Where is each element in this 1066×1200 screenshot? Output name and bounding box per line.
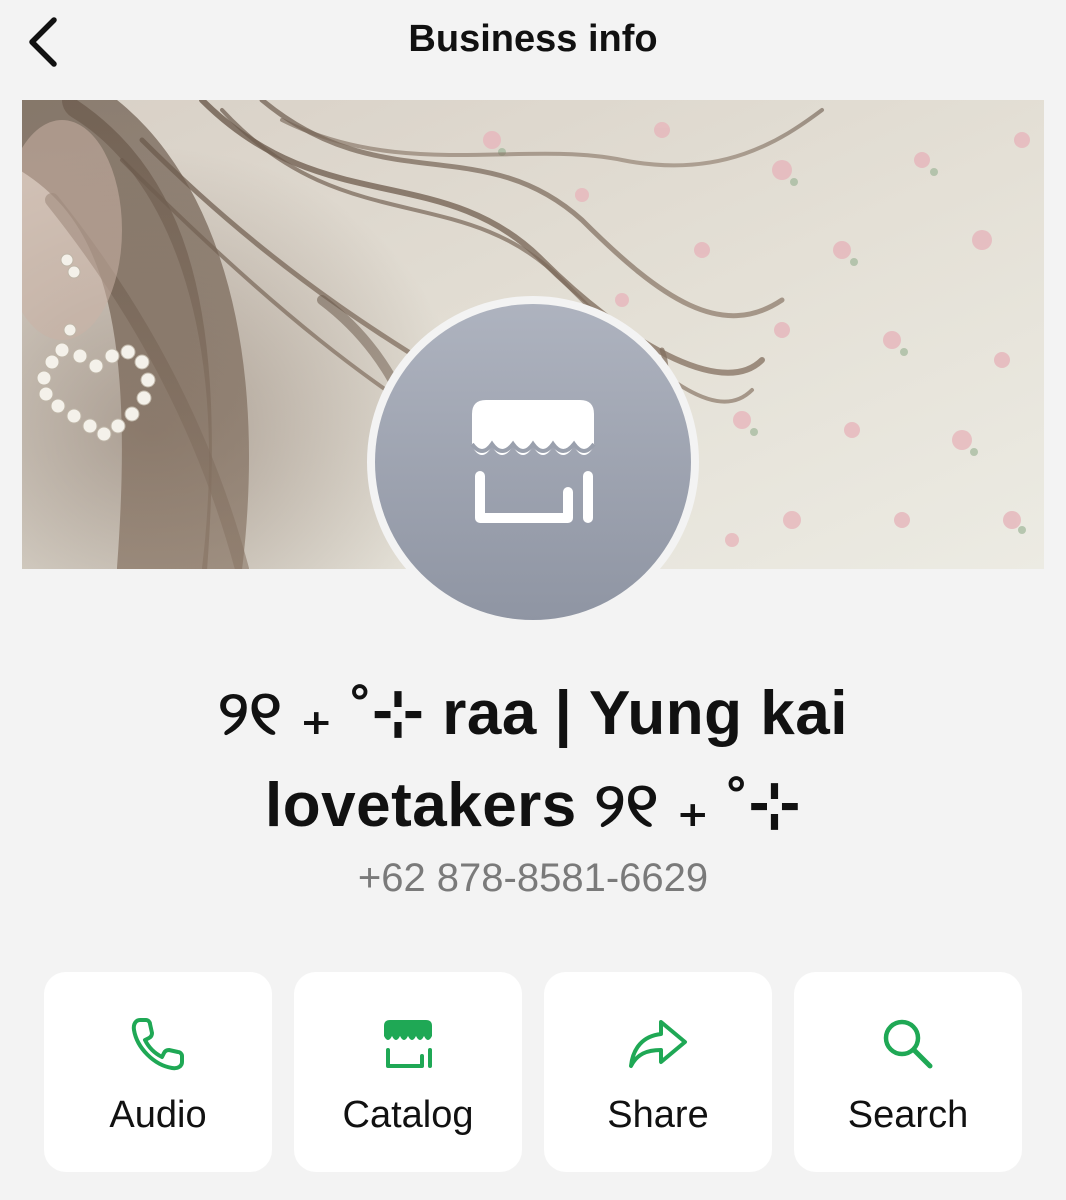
catalog-button-label: Catalog [342,1094,474,1136]
storefront-icon [384,1020,432,1068]
page-title: Business info [408,18,658,60]
search-icon [883,1019,933,1069]
audio-button-label: Audio [109,1094,207,1136]
business-name-line-2: lovetakers ୨୧ ₊ ˚⊹ [265,771,801,840]
share-button[interactable]: Share [544,972,772,1172]
top-nav-bar: Business info [0,0,1066,90]
share-button-label: Share [607,1094,709,1136]
phone-icon [131,1018,184,1071]
action-buttons-row: Audio Catalog Share Search [44,972,1024,1172]
avatar[interactable] [375,304,691,620]
catalog-button[interactable]: Catalog [294,972,522,1172]
search-button[interactable]: Search [794,972,1022,1172]
avatar-ring [367,296,699,628]
audio-button[interactable]: Audio [44,972,272,1172]
phone-number[interactable]: +62 878-8581-6629 [0,856,1066,901]
share-arrow-icon [629,1020,687,1068]
business-name-line-1: ୨୧ ₊ ˚⊹ raa | Yung kai [218,679,848,748]
storefront-icon [470,400,596,523]
search-button-label: Search [847,1094,969,1136]
business-name: ୨୧ ₊ ˚⊹ raa | Yung kai lovetakers ୨୧ ₊ ˚… [60,668,1006,852]
